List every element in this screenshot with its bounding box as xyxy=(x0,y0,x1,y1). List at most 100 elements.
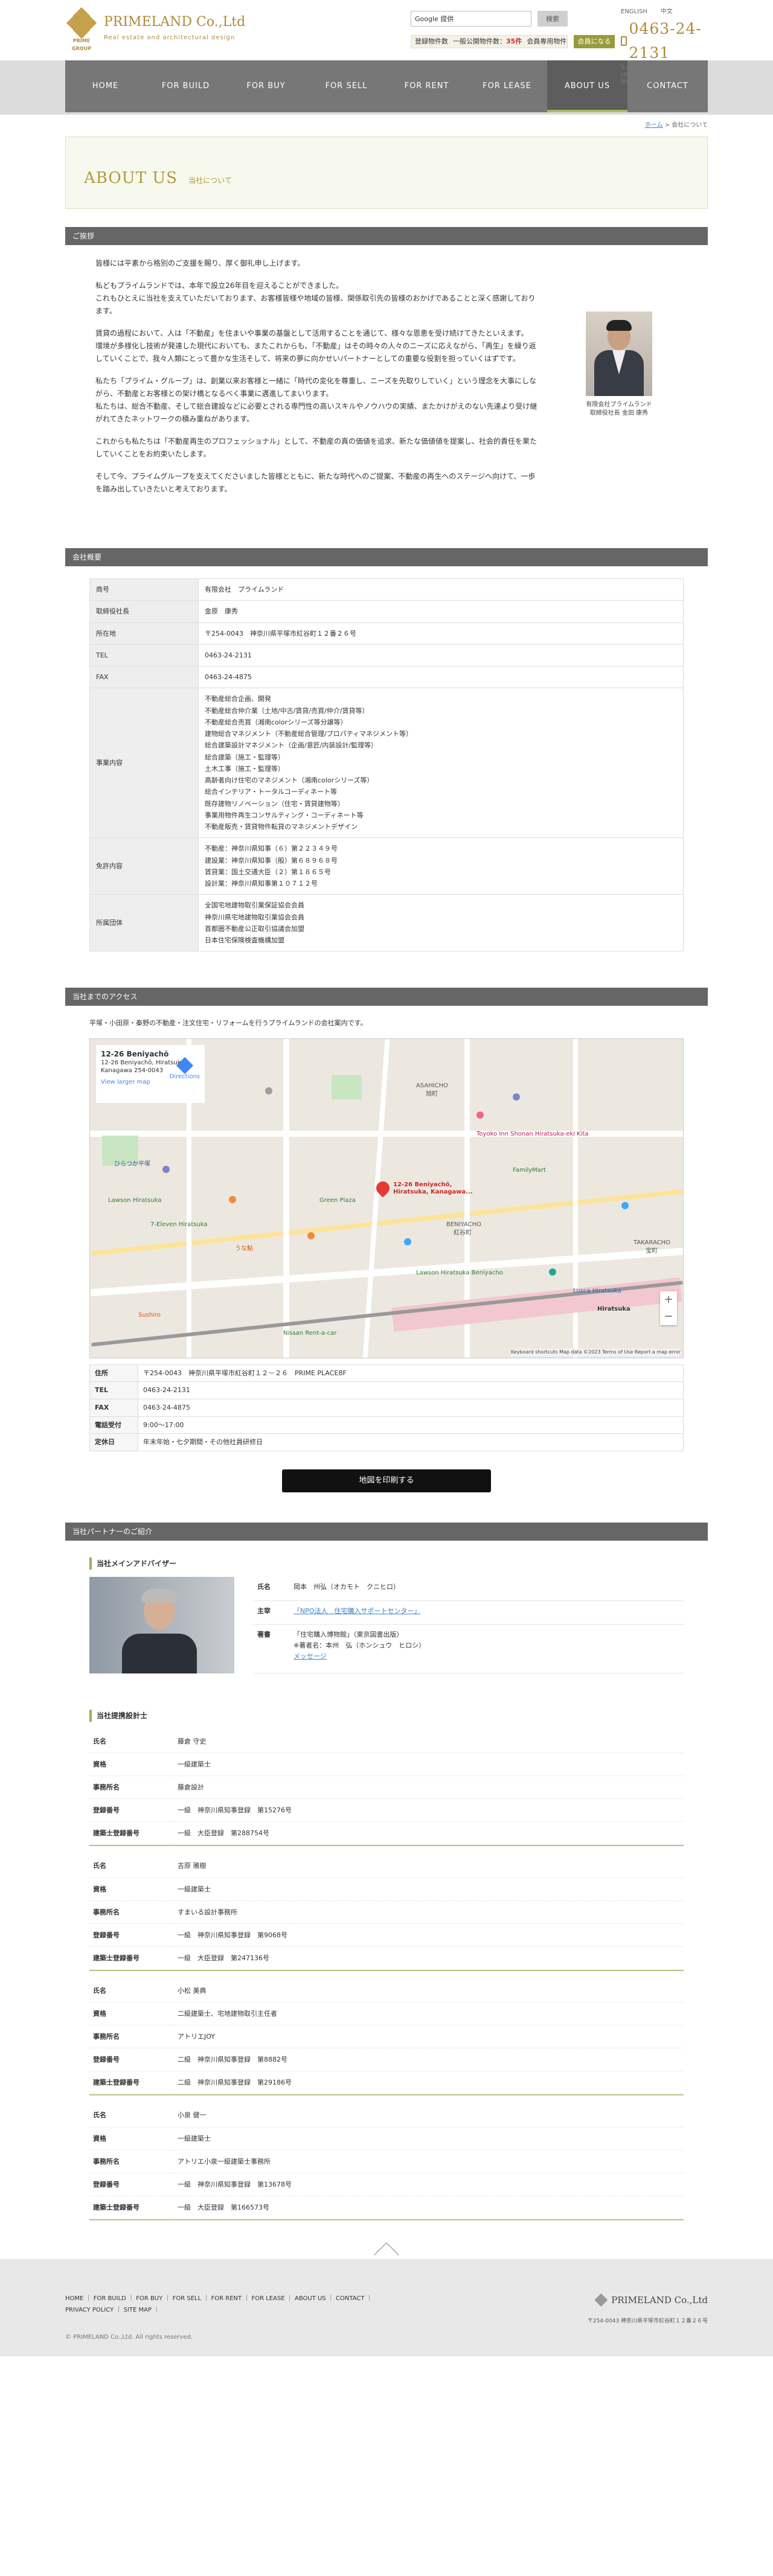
photo-caption-company: 有限会社プライムランド xyxy=(586,401,652,408)
company-value: 不動産：神奈川県知事（６）第２２３４９号 建設業：神奈川県知事（般）第６８９６８号… xyxy=(198,837,684,895)
architect-key: 建築士登録番号 xyxy=(89,2071,174,2095)
search-input[interactable]: Google 提供 xyxy=(411,11,531,27)
access-lead: 平塚・小田原・秦野の不動産・注文住宅・リフォームを行うプライムランドの会社案内で… xyxy=(89,1019,367,1028)
map-label: Lusca Hiratsuka xyxy=(573,1287,621,1294)
architect-value: すまいる設計事務所 xyxy=(174,1900,684,1924)
nav-home[interactable]: HOME xyxy=(65,60,146,112)
architect-value: 藤倉設計 xyxy=(174,1775,684,1800)
architect-value: 藤倉 守史 xyxy=(174,1730,684,1754)
map-poi-icon[interactable] xyxy=(229,1195,236,1203)
architects-list: 氏名 藤倉 守史 資格 一級建築士 事務所名 藤倉設計 登録番号 一級 神奈川県知事登録 第1… xyxy=(65,1730,708,2220)
company-key: 免許内容 xyxy=(89,837,199,895)
print-map-button[interactable]: 地図を印刷する xyxy=(282,1469,491,1492)
footer-links-primary[interactable]: HOME ｜ FOR BUILD ｜ FOR BUY ｜ FOR SELL ｜ … xyxy=(65,2293,373,2304)
nav-for-lease[interactable]: FOR LEASE xyxy=(467,60,547,112)
map-attribution[interactable]: Keyboard shortcuts Map data ©2023 Terms … xyxy=(511,1349,681,1357)
footer-copyright: © PRIMELAND Co.,Ltd. All rights reserved… xyxy=(65,2333,193,2341)
section-bar-company: 会社概要 xyxy=(65,548,708,566)
architect-value: 一級建築士 xyxy=(174,2127,684,2150)
photo-caption-name: 取締役社長 金田 康秀 xyxy=(589,410,649,417)
nav-for-build[interactable]: FOR BUILD xyxy=(146,60,226,112)
nav-for-sell[interactable]: FOR SELL xyxy=(306,60,386,112)
company-key: FAX xyxy=(89,665,199,689)
footer-logo[interactable]: PRIMELAND Co.,Ltd 〒254-0043 神奈川県平塚市紅谷町１２… xyxy=(588,2293,708,2325)
map-zoom-control[interactable]: + − xyxy=(660,1291,677,1325)
site-logo[interactable]: PRIME GROUP PRIMELAND Co.,Ltd Real estat… xyxy=(65,7,245,51)
map-poi-icon[interactable] xyxy=(404,1238,411,1245)
map-poi-icon[interactable] xyxy=(265,1087,272,1095)
greeting-paragraph: これからも私たちは「不動産再生のプロフェッショナル」として、不動産の真の価値を追… xyxy=(95,437,537,458)
member-signup-button[interactable]: 会員になる xyxy=(574,35,615,48)
logo-caption: PRIME GROUP xyxy=(72,38,91,51)
advisor-message-link[interactable]: メッセージ xyxy=(293,1652,327,1660)
map-poi-icon[interactable] xyxy=(621,1201,629,1209)
search-button[interactable]: 検索 xyxy=(537,11,568,27)
map-label: FamilyMart xyxy=(513,1166,546,1174)
architect-value: 一級 神奈川県知事登録 第13678号 xyxy=(174,2173,684,2196)
company-value-line: 不動産総合売買（湘南colorシリーズ等分譲等） xyxy=(205,718,347,726)
architect-value: 吉原 雅樹 xyxy=(174,1855,684,1878)
architect-row: 登録番号 二級 神奈川県知事登録 第8882号 xyxy=(89,2048,684,2072)
architect-row: 氏名 小泉 健一 xyxy=(89,2104,684,2127)
architect-value: 二級建築士、宅地建物取引主任者 xyxy=(174,2002,684,2026)
president-portrait xyxy=(586,312,652,396)
company-key: 事業内容 xyxy=(89,688,199,839)
page-title: ABOUT US xyxy=(84,169,178,187)
company-value-line: 既存建物リノベーション（住宅・賃貸建物等） xyxy=(205,799,344,808)
map-poi-icon[interactable] xyxy=(162,1165,170,1173)
footer-logo-icon xyxy=(594,2293,608,2307)
president-photo: 有限会社プライムランド 取締役社長 金田 康秀 xyxy=(586,312,652,523)
greeting-paragraph: 皆様には平素から格別のご支援を賜り、厚く御礼申し上げます。 xyxy=(95,259,305,267)
architect-row: 資格 一級建築士 xyxy=(89,2127,684,2150)
zoom-out-icon[interactable]: − xyxy=(660,1308,677,1325)
company-value: 0463-24-2131 xyxy=(198,644,684,667)
back-to-top-icon[interactable] xyxy=(373,2242,400,2268)
architect-key: 氏名 xyxy=(89,1979,174,2003)
access-value: 9:00～17:00 xyxy=(138,1416,684,1434)
section-bar-access: 当社までのアクセス xyxy=(65,988,708,1006)
company-row: 所在地 〒254-0043 神奈川県平塚市紅谷町１２番２６号 xyxy=(89,622,684,645)
company-value-line: 賃貸業：国土交通大臣（２）第１８６５号 xyxy=(205,868,331,876)
architect-row: 事務所名 すまいる設計事務所 xyxy=(89,1900,684,1924)
nav-for-buy[interactable]: FOR BUY xyxy=(226,60,306,112)
map-poi-icon[interactable] xyxy=(307,1232,315,1239)
map-label: Sushiro xyxy=(138,1311,161,1318)
lang-english-link[interactable]: ENGLISH xyxy=(621,7,647,17)
map-poi-icon[interactable] xyxy=(476,1111,484,1119)
zoom-in-icon[interactable]: + xyxy=(660,1291,677,1308)
architect-key: 氏名 xyxy=(89,1855,174,1878)
architect-key: 氏名 xyxy=(89,1730,174,1754)
map-park xyxy=(332,1075,362,1099)
architect-key: 建築士登録番号 xyxy=(89,1946,174,1970)
architect-row: 建築士登録番号 一級 大臣登録 第166573号 xyxy=(89,2196,684,2219)
architect-value: 一級 大臣登録 第288754号 xyxy=(174,1821,684,1846)
nav-for-rent[interactable]: FOR RENT xyxy=(386,60,467,112)
header-phone[interactable]: 0463-24-2131 xyxy=(629,17,708,65)
nav-about-us[interactable]: ABOUT US xyxy=(547,60,627,112)
access-row: 住所 〒254-0043 神奈川県平塚市紅谷町１２－２６ PRIME PLACE8… xyxy=(89,1364,684,1382)
architect-value: 一級 神奈川県知事登録 第15276号 xyxy=(174,1798,684,1823)
company-value-line: 日本住宅保険検査機構加盟 xyxy=(205,936,284,944)
architect-key: 建築士登録番号 xyxy=(89,1821,174,1846)
company-value-line: 総合インテリア・トータルコーディネート等 xyxy=(205,788,338,796)
advisor-org-link[interactable]: 「NPO法人 住宅購入サポートセンター」 xyxy=(293,1607,421,1615)
company-value: 不動産総合企画、開発 不動産総合仲介業（土地/中古/賃貸/売買/仲介/賃貸等） 不動… xyxy=(198,688,684,839)
architect-row: 氏名 藤倉 守史 xyxy=(89,1730,684,1754)
phone-icon xyxy=(621,36,627,46)
access-row: 電話受付 9:00～17:00 xyxy=(89,1416,684,1434)
map-poi-icon[interactable] xyxy=(549,1268,556,1276)
architect-value: 二級 神奈川県知事登録 第8882号 xyxy=(174,2048,684,2072)
greeting-section: 皆様には平素から格別のご支援を賜り、厚く御礼申し上げます。 私どもプライムランド… xyxy=(65,245,708,523)
lang-chinese-link[interactable]: 中文 xyxy=(661,7,673,17)
company-value-line: 0463-24-2131 xyxy=(205,651,252,659)
architect-value: アトリエJOY xyxy=(174,2025,684,2049)
main-advisor-heading: 当社メインアドバイザー xyxy=(89,1557,684,1570)
breadcrumb-home-link[interactable]: ホーム xyxy=(645,122,663,129)
company-value-line: 事業用物件再生コンサルティング・コーディネート等 xyxy=(205,811,364,819)
map-poi-icon[interactable] xyxy=(513,1093,520,1101)
footer-links-secondary[interactable]: PRIVACY POLICY ｜ SITE MAP ｜ xyxy=(65,2304,373,2316)
map-directions-link[interactable]: Directions xyxy=(170,1056,200,1081)
google-map[interactable]: ASAHICHO 旭町 BENIYACHO 紅谷町 TAKARACHO 宝町 ひ… xyxy=(89,1038,684,1358)
architect-key: 登録番号 xyxy=(89,1798,174,1823)
company-value: 0463-24-4875 xyxy=(198,665,684,689)
